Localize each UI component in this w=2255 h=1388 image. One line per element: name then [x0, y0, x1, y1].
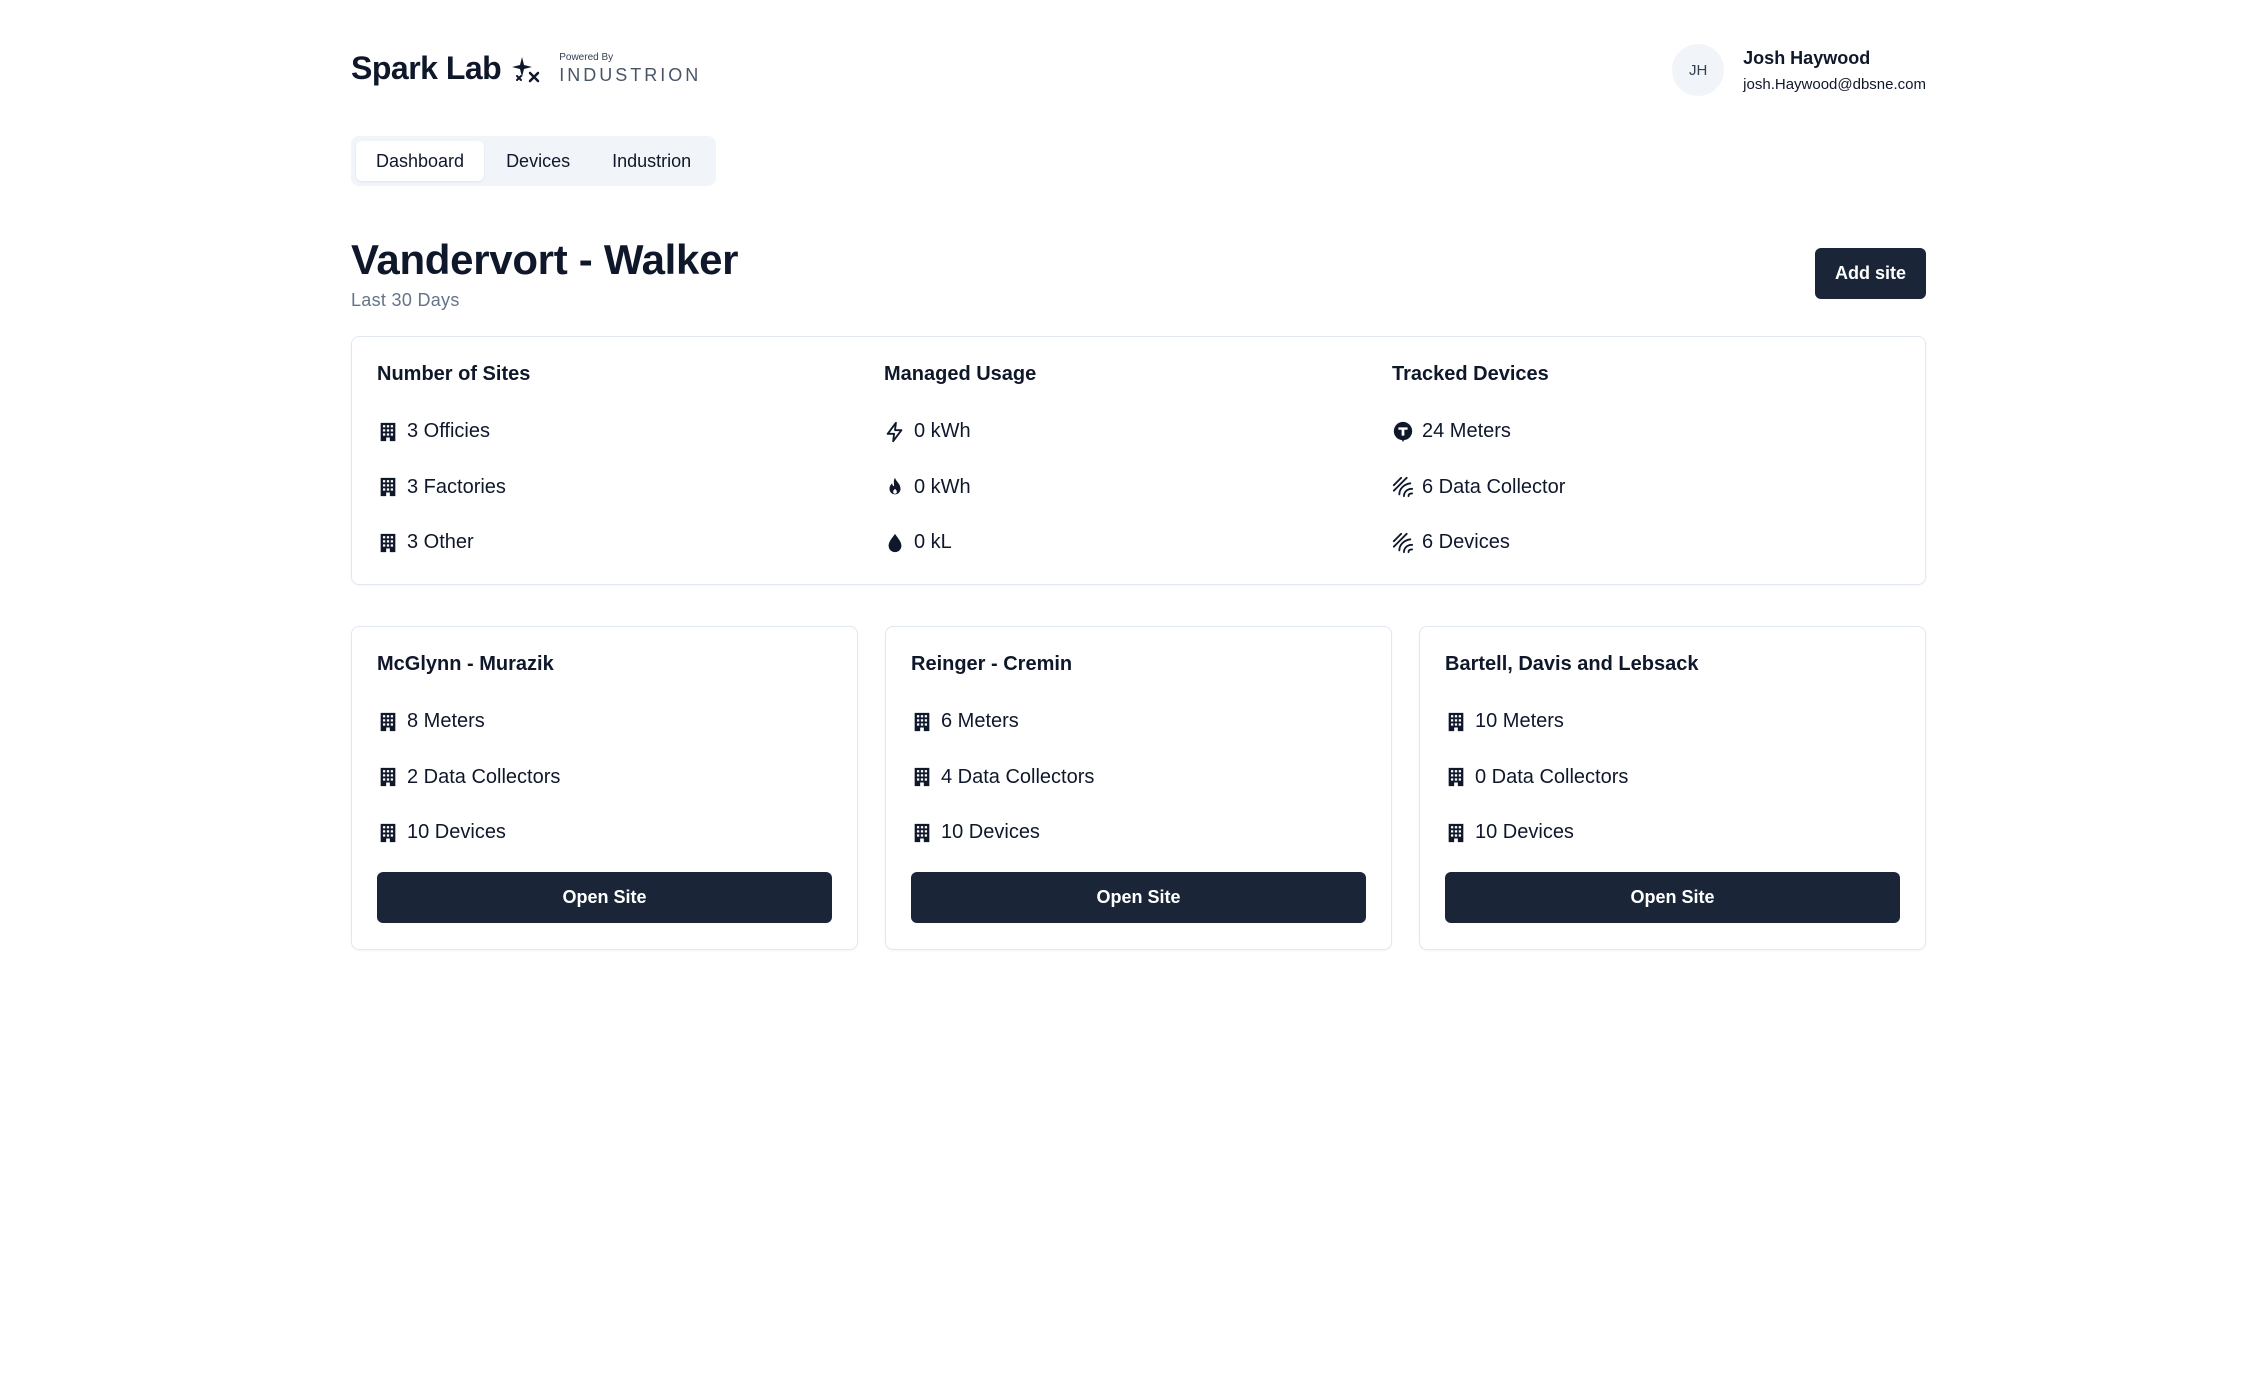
sparkle-icon — [512, 56, 540, 82]
avatar[interactable]: JH — [1672, 44, 1725, 96]
partner-logo-text: INDUSTRION — [559, 65, 702, 85]
stat-text: 6 Data Collector — [1422, 475, 1566, 498]
meter-icon — [1392, 421, 1414, 443]
stat-text: 3 Other — [407, 531, 474, 554]
tab-industrion[interactable]: Industrion — [592, 141, 711, 181]
building-icon — [1445, 711, 1467, 733]
page-title: Vandervort - Walker — [351, 236, 739, 283]
stat-text: 10 Devices — [941, 821, 1040, 844]
stat-text: 4 Data Collectors — [941, 765, 1095, 788]
stat-row: 0 kWh — [884, 404, 1036, 460]
site-name: McGlynn - Murazik — [377, 653, 554, 675]
building-icon — [377, 476, 399, 498]
stat-text: 10 Devices — [407, 821, 506, 844]
open-site-button[interactable]: Open Site — [911, 872, 1366, 923]
open-site-button[interactable]: Open Site — [1445, 872, 1900, 923]
building-icon — [1445, 766, 1467, 788]
building-icon — [911, 766, 933, 788]
stat-row: 0 kL — [884, 515, 1036, 571]
stat-text: 24 Meters — [1422, 420, 1511, 443]
main-tabs: Dashboard Devices Industrion — [351, 136, 717, 186]
building-icon — [377, 421, 399, 443]
stat-text: 0 Data Collectors — [1475, 765, 1629, 788]
stat-row: 4 Data Collectors — [911, 750, 1366, 806]
building-icon — [1445, 822, 1467, 844]
building-icon — [377, 766, 399, 788]
droplet-icon — [884, 532, 906, 554]
site-name: Reinger - Cremin — [911, 653, 1073, 675]
sites-summary-title: Number of Sites — [377, 363, 531, 385]
site-card: Bartell, Davis and Lebsack 10 Meters 0 D… — [1419, 626, 1926, 950]
page-heading: Vandervort - Walker Last 30 Days — [351, 236, 739, 311]
top-header: Spark Lab Powered By INDUSTRION JH Josh … — [351, 0, 1926, 186]
powered-by-label: Powered By — [559, 52, 614, 63]
stat-row: 6 Data Collector — [1392, 460, 1565, 516]
devices-summary-title: Tracked Devices — [1392, 363, 1549, 385]
lightning-icon — [884, 421, 906, 443]
site-cards: McGlynn - Murazik 8 Meters 2 Data Collec… — [351, 626, 1926, 950]
stat-text: 8 Meters — [407, 710, 485, 733]
building-icon — [911, 822, 933, 844]
stat-row: 3 Officies — [377, 404, 530, 460]
summary-card: Number of Sites 3 Officies 3 Factories 3… — [351, 336, 1926, 585]
date-range-label: Last 30 Days — [351, 290, 460, 310]
signal-icon — [1392, 476, 1414, 498]
stat-text: 3 Officies — [407, 420, 490, 443]
stat-row: 10 Devices — [911, 805, 1366, 861]
flame-icon — [884, 476, 906, 498]
stat-row: 3 Factories — [377, 460, 530, 516]
stat-text: 10 Meters — [1475, 710, 1564, 733]
user-name: Josh Haywood — [1743, 47, 1871, 68]
devices-summary: Tracked Devices 24 Meters 6 Data Collect… — [1392, 363, 1565, 571]
stat-row: 0 Data Collectors — [1445, 750, 1900, 806]
stat-row: 10 Meters — [1445, 694, 1900, 750]
stat-row: 24 Meters — [1392, 404, 1565, 460]
avatar-initials: JH — [1689, 61, 1708, 79]
powered-by-badge: Powered By INDUSTRION — [559, 52, 702, 85]
user-info: Josh Haywood josh.Haywood@dbsne.com — [1743, 48, 1926, 93]
building-icon — [911, 711, 933, 733]
stat-row: 10 Devices — [377, 805, 832, 861]
stat-row: 0 kWh — [884, 460, 1036, 516]
open-site-button[interactable]: Open Site — [377, 872, 832, 923]
tab-dashboard[interactable]: Dashboard — [356, 141, 485, 181]
stat-row: 2 Data Collectors — [377, 750, 832, 806]
stat-text: 0 kWh — [914, 475, 971, 498]
brand-logo[interactable]: Spark Lab Powered By INDUSTRION — [351, 50, 701, 87]
stat-text: 3 Factories — [407, 475, 506, 498]
stat-text: 10 Devices — [1475, 821, 1574, 844]
user-email: josh.Haywood@dbsne.com — [1743, 75, 1926, 93]
sites-summary: Number of Sites 3 Officies 3 Factories 3… — [377, 363, 530, 571]
building-icon — [377, 532, 399, 554]
tab-devices[interactable]: Devices — [486, 141, 590, 181]
user-menu[interactable]: JH Josh Haywood josh.Haywood@dbsne.com — [1672, 44, 1926, 96]
stat-row: 8 Meters — [377, 694, 832, 750]
building-icon — [377, 711, 399, 733]
stat-text: 6 Meters — [941, 710, 1019, 733]
stat-text: 2 Data Collectors — [407, 765, 561, 788]
signal-icon — [1392, 532, 1414, 554]
stat-row: 6 Meters — [911, 694, 1366, 750]
stat-row: 10 Devices — [1445, 805, 1900, 861]
site-card: Reinger - Cremin 6 Meters 4 Data Collect… — [885, 626, 1392, 950]
stat-row: 6 Devices — [1392, 515, 1565, 571]
stat-text: 0 kL — [914, 531, 952, 554]
site-card: McGlynn - Murazik 8 Meters 2 Data Collec… — [351, 626, 858, 950]
app-name: Spark Lab — [351, 50, 502, 86]
stat-row: 3 Other — [377, 515, 530, 571]
app-container: Spark Lab Powered By INDUSTRION JH Josh … — [351, 0, 1926, 950]
add-site-button[interactable]: Add site — [1814, 248, 1926, 299]
usage-summary: Managed Usage 0 kWh 0 kWh 0 kL — [884, 363, 1036, 571]
stat-text: 6 Devices — [1422, 531, 1510, 554]
site-name: Bartell, Davis and Lebsack — [1445, 653, 1699, 675]
usage-summary-title: Managed Usage — [884, 363, 1037, 385]
building-icon — [377, 822, 399, 844]
stat-text: 0 kWh — [914, 420, 971, 443]
